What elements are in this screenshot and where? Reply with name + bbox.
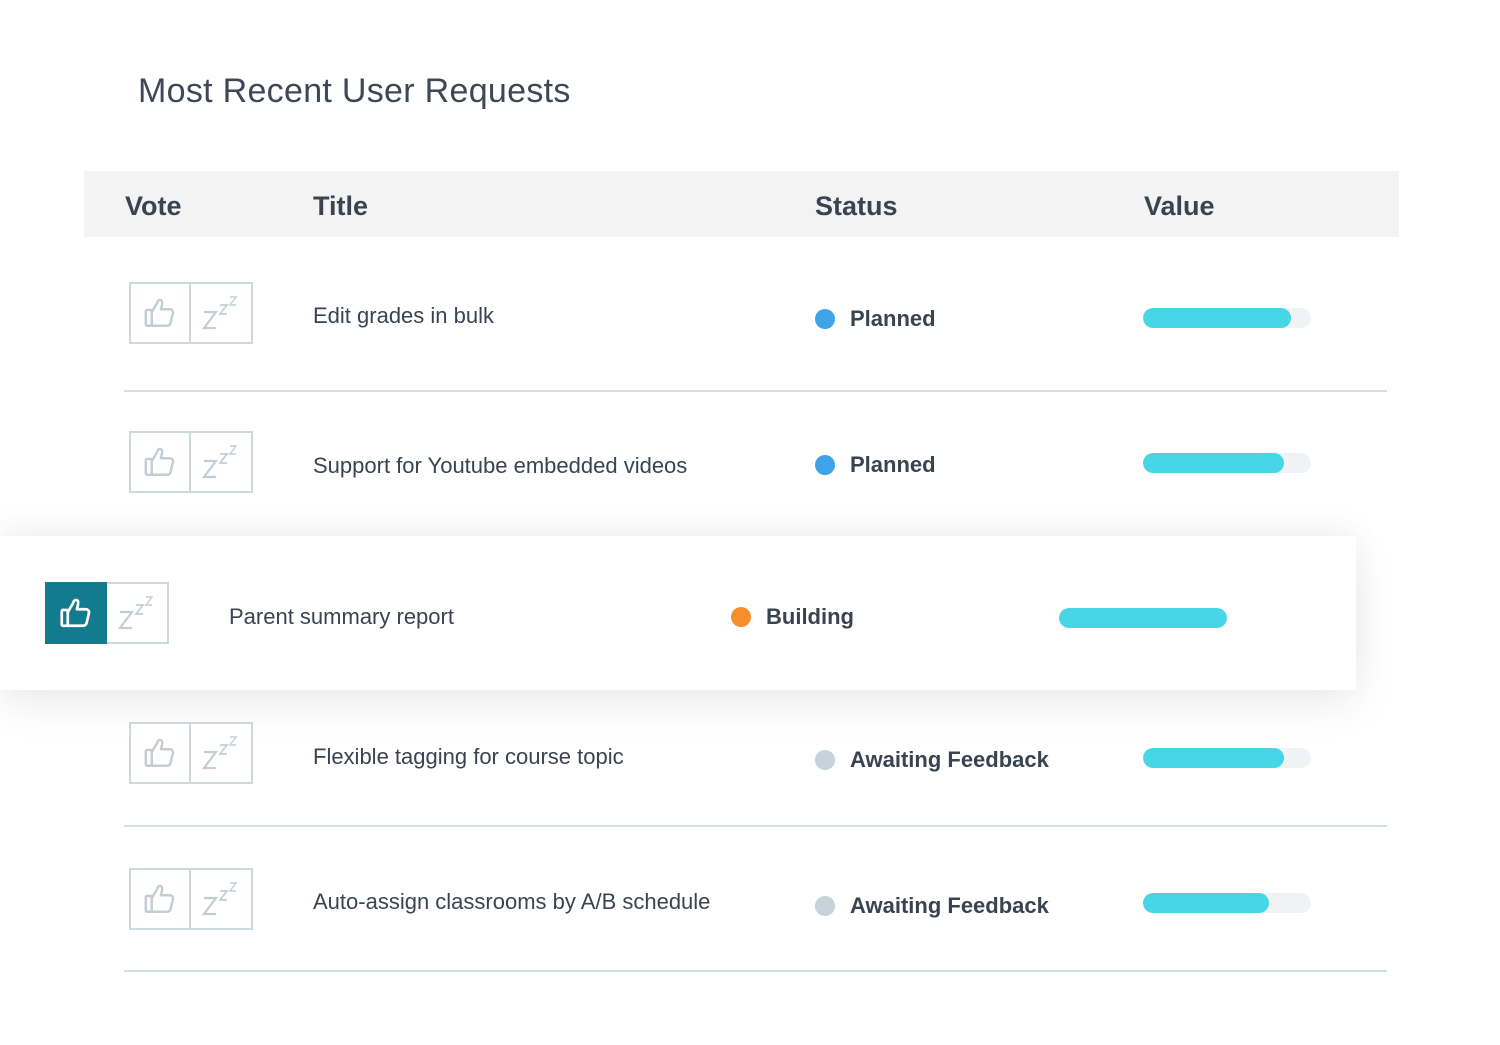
snooze-button[interactable] bbox=[191, 431, 253, 493]
status-dot bbox=[815, 750, 835, 770]
status-dot bbox=[815, 896, 835, 916]
table-row[interactable]: Auto-assign classrooms by A/B schedule A… bbox=[0, 856, 1500, 946]
row-divider bbox=[124, 390, 1387, 392]
table-row[interactable]: Flexible tagging for course topic Awaiti… bbox=[0, 710, 1500, 800]
thumbs-up-icon bbox=[60, 598, 91, 628]
status-label: Planned bbox=[850, 306, 936, 331]
request-title[interactable]: Support for Youtube embedded videos bbox=[313, 453, 687, 479]
request-title[interactable]: Parent summary report bbox=[229, 604, 454, 630]
value-bar bbox=[1059, 608, 1227, 628]
header-status: Status bbox=[815, 191, 898, 221]
table-row[interactable]: Edit grades in bulk Planned bbox=[0, 270, 1500, 360]
upvote-button[interactable] bbox=[129, 431, 191, 493]
value-bar-fill bbox=[1143, 748, 1285, 768]
value-bar-fill bbox=[1143, 893, 1269, 913]
status-label: Awaiting Feedback bbox=[850, 747, 1049, 772]
request-title[interactable]: Auto-assign classrooms by A/B schedule bbox=[313, 889, 710, 915]
row-divider bbox=[124, 825, 1387, 827]
thumbs-up-icon bbox=[144, 447, 175, 476]
value-bar bbox=[1143, 748, 1311, 768]
header-vote: Vote bbox=[125, 191, 182, 221]
upvote-button[interactable] bbox=[129, 722, 191, 784]
snooze-button[interactable] bbox=[191, 868, 253, 930]
status-dot bbox=[815, 455, 835, 475]
status-badge: Building bbox=[731, 604, 854, 630]
vote-controls bbox=[45, 582, 169, 644]
value-bar-fill bbox=[1143, 308, 1291, 328]
value-bar-fill bbox=[1143, 453, 1285, 473]
status-badge: Planned bbox=[815, 452, 936, 478]
snooze-icon bbox=[201, 882, 238, 916]
status-dot bbox=[815, 309, 835, 329]
table-row[interactable]: Support for Youtube embedded videos Plan… bbox=[0, 419, 1500, 509]
status-badge: Planned bbox=[815, 306, 936, 332]
status-label: Planned bbox=[850, 452, 936, 477]
table-row[interactable]: Parent summary report Building bbox=[0, 570, 1500, 660]
request-title[interactable]: Edit grades in bulk bbox=[313, 303, 494, 329]
thumbs-up-icon bbox=[144, 298, 175, 327]
header-title: Title bbox=[313, 191, 369, 221]
thumbs-up-icon bbox=[144, 738, 175, 767]
status-dot bbox=[731, 607, 751, 627]
vote-controls bbox=[129, 868, 253, 930]
snooze-icon bbox=[201, 445, 238, 479]
vote-controls bbox=[129, 722, 253, 784]
vote-controls bbox=[129, 282, 253, 344]
vote-controls bbox=[129, 431, 253, 493]
value-bar-fill bbox=[1059, 608, 1227, 628]
status-label: Building bbox=[766, 604, 854, 629]
snooze-icon bbox=[201, 736, 238, 770]
value-bar bbox=[1143, 453, 1311, 473]
row-divider bbox=[124, 970, 1387, 972]
status-badge: Awaiting Feedback bbox=[815, 893, 1049, 919]
snooze-button[interactable] bbox=[191, 722, 253, 784]
thumbs-up-icon bbox=[144, 884, 175, 913]
status-label: Awaiting Feedback bbox=[850, 893, 1049, 918]
request-title[interactable]: Flexible tagging for course topic bbox=[313, 744, 624, 770]
snooze-icon bbox=[201, 296, 238, 330]
snooze-button[interactable] bbox=[191, 282, 253, 344]
snooze-icon bbox=[117, 596, 154, 630]
upvote-button[interactable] bbox=[45, 582, 107, 644]
header-value: Value bbox=[1144, 191, 1215, 221]
upvote-button[interactable] bbox=[129, 282, 191, 344]
upvote-button[interactable] bbox=[129, 868, 191, 930]
page-title: Most Recent User Requests bbox=[138, 72, 571, 110]
value-bar bbox=[1143, 893, 1311, 913]
snooze-button[interactable] bbox=[107, 582, 169, 644]
status-badge: Awaiting Feedback bbox=[815, 747, 1049, 773]
value-bar bbox=[1143, 308, 1311, 328]
